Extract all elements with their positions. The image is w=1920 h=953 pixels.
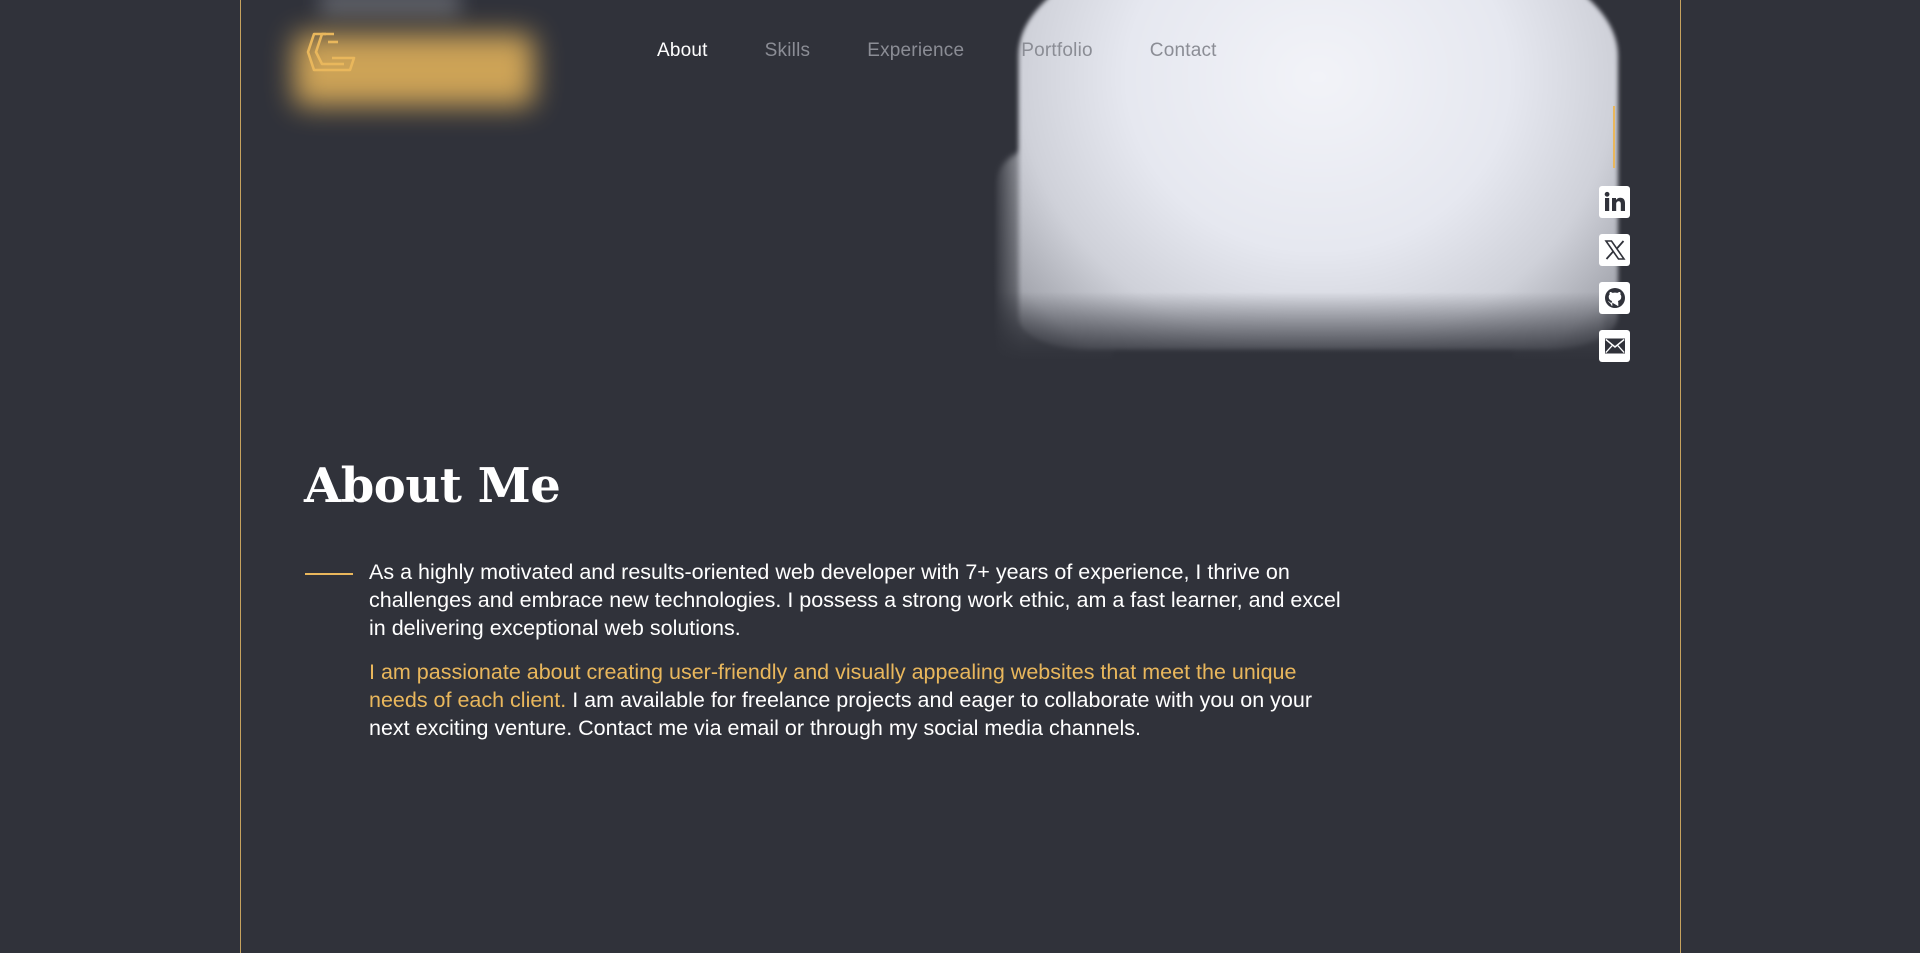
- about-title: About Me: [304, 458, 561, 514]
- x-twitter-icon[interactable]: [1599, 234, 1630, 266]
- nav-link-skills[interactable]: Skills: [765, 40, 811, 62]
- portrait-fade-bottom: [993, 292, 1643, 362]
- social-divider-line: [1613, 106, 1615, 168]
- nav-link-experience[interactable]: Experience: [867, 40, 964, 62]
- header-blur-top: [320, 0, 460, 16]
- linkedin-icon[interactable]: [1599, 186, 1630, 218]
- nav-link-contact[interactable]: Contact: [1150, 40, 1217, 62]
- about-text: As a highly motivated and results-orient…: [369, 558, 1349, 758]
- about-accent-line: [305, 573, 353, 575]
- site-header: About Skills Experience Portfolio Contac…: [280, 0, 1640, 106]
- main-nav: About Skills Experience Portfolio Contac…: [657, 40, 1217, 62]
- nav-link-portfolio[interactable]: Portfolio: [1021, 40, 1093, 62]
- nav-link-about[interactable]: About: [657, 40, 708, 62]
- github-icon[interactable]: [1599, 282, 1630, 314]
- about-paragraph-1: As a highly motivated and results-orient…: [369, 560, 1341, 640]
- social-links: [1599, 186, 1630, 362]
- logo-icon[interactable]: [306, 30, 356, 74]
- email-icon[interactable]: [1599, 330, 1630, 362]
- about-paragraph-2: I am passionate about creating user-frie…: [369, 658, 1349, 742]
